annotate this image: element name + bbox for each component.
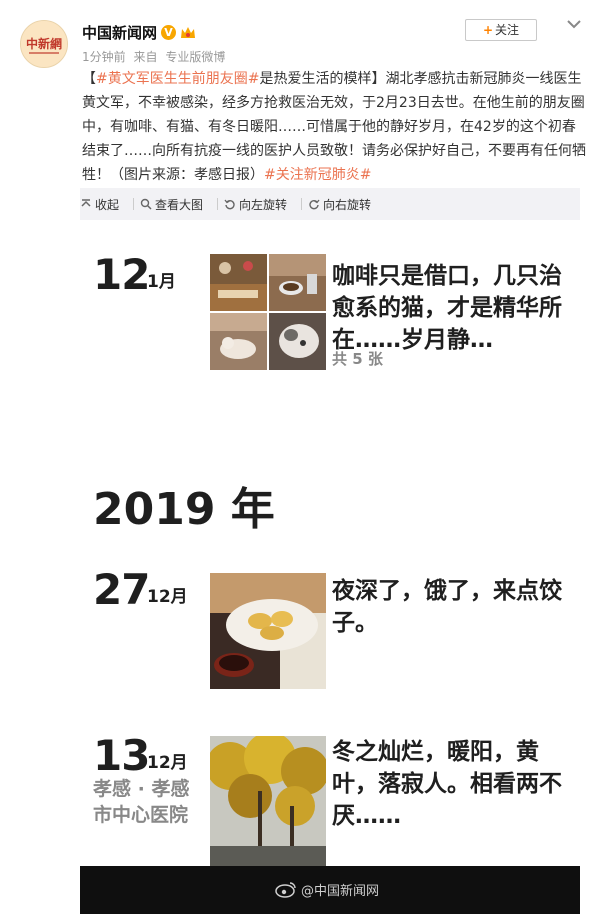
collapse-button[interactable]: 收起 [80, 196, 119, 213]
weibo-logo-icon [275, 882, 296, 898]
follow-label: 关注 [495, 23, 520, 37]
entry-day: 12 [93, 250, 150, 299]
collapse-label: 收起 [95, 197, 120, 212]
thumbnail-cat-1 [210, 313, 267, 370]
collapse-arrow-icon [81, 199, 91, 207]
rotate-left-button[interactable]: 向左旋转 [224, 196, 287, 213]
post-header: 中新網 中国新闻网 V 1分钟前 来自 专业版微博 + 关注 [0, 0, 600, 70]
author-name-row: 中国新闻网 V [82, 22, 196, 43]
thumbnail-cat-2 [269, 313, 326, 370]
entry-day: 13 [93, 731, 150, 780]
divider [133, 198, 135, 210]
view-large-button[interactable]: 查看大图 [140, 196, 203, 213]
entry-month: 1月 [147, 272, 176, 292]
post-source[interactable]: 专业版微博 [165, 50, 225, 64]
rotate-right-icon [309, 199, 320, 210]
post-time[interactable]: 1分钟前 [82, 50, 126, 64]
post-meta: 1分钟前 来自 专业版微博 [82, 48, 229, 65]
view-large-label: 查看大图 [155, 197, 204, 212]
media-box: 收起 查看大图 向左旋转 向右旋转 12 1月 咖啡只是借口，几只治愈系的猫，才… [80, 188, 580, 914]
svg-text:中新網: 中新網 [26, 36, 62, 51]
author-avatar[interactable]: 中新網 [20, 20, 68, 68]
thumbnail-cafe [210, 254, 267, 311]
vip-crown-icon [181, 27, 196, 38]
source-prefix: 来自 [133, 50, 158, 64]
entry-day: 27 [93, 565, 150, 614]
thumbnail-dumplings [210, 573, 326, 689]
author-name[interactable]: 中国新闻网 [82, 22, 157, 43]
entry-month: 12月 [147, 587, 188, 607]
year-heading: 2019 年 [93, 484, 275, 535]
follow-button[interactable]: + 关注 [465, 19, 537, 41]
watermark-text: @中国新闻网 [301, 883, 380, 899]
post-image[interactable]: 12 1月 咖啡只是借口，几只治愈系的猫，才是精华所在……岁月静… 共 5 张 … [80, 220, 580, 914]
rotate-left-label: 向左旋转 [239, 197, 288, 212]
image-watermark: @中国新闻网 [275, 874, 379, 904]
hashtag-link[interactable]: #黄文军医生生前朋友圈# [96, 71, 259, 87]
image-count: 共 5 张 [332, 350, 383, 368]
bracket-open: 【 [82, 71, 96, 87]
entry-caption: 夜深了，饿了，来点饺子。 [332, 578, 562, 636]
media-toolbar: 收起 查看大图 向左旋转 向右旋转 [80, 188, 580, 220]
entry-caption: 咖啡只是借口，几只治愈系的猫，才是精华所在……岁月静… [332, 263, 562, 353]
magnifier-icon [140, 198, 152, 210]
thumbnail-coffee [269, 254, 326, 311]
entry-caption: 冬之灿烂，暖阳，黄叶，落寂人。相看两不厌…… [332, 739, 562, 829]
rotate-right-button[interactable]: 向右旋转 [308, 196, 371, 213]
rotate-right-label: 向右旋转 [323, 197, 372, 212]
entry-month: 12月 [147, 753, 188, 773]
hashtag-link[interactable]: #关注新冠肺炎# [264, 167, 371, 183]
chinanews-logo-icon: 中新網 [21, 21, 67, 67]
plus-icon: + [482, 23, 494, 37]
entry-location: 孝感 · 孝感市中心医院 [93, 778, 190, 826]
rotate-left-icon [224, 199, 235, 210]
post-text: 【#黄文军医生生前朋友圈#是热爱生活的模样】湖北孝感抗击新冠肺炎一线医生黄文军，… [82, 67, 586, 187]
thumbnail-yellow-trees [210, 736, 326, 866]
verified-badge-icon: V [161, 25, 177, 40]
divider [217, 198, 219, 210]
divider [301, 198, 303, 210]
chevron-down-icon[interactable] [566, 17, 582, 31]
